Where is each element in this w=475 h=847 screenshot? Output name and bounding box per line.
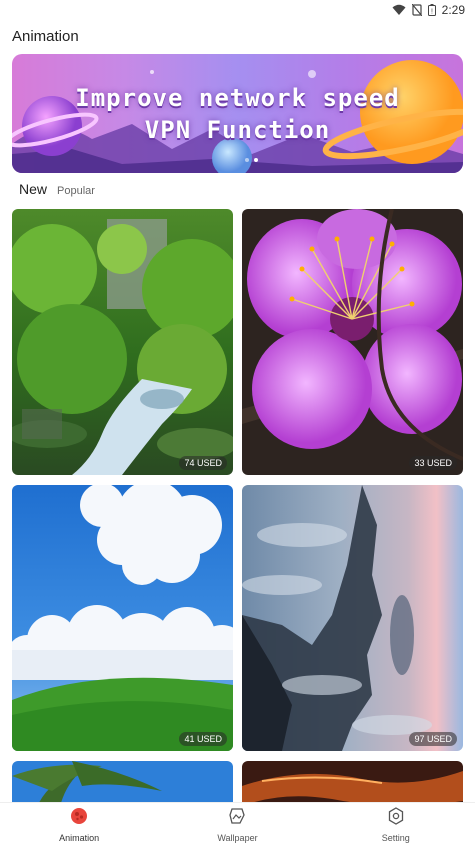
banner-subheadline: VPN Function <box>144 116 331 144</box>
usage-count-badge: 41 USED <box>179 732 227 746</box>
category-tabs: New Popular <box>19 181 95 197</box>
nav-item-wallpaper[interactable]: Wallpaper <box>158 803 316 847</box>
nav-label: Wallpaper <box>217 833 258 843</box>
tab-popular[interactable]: Popular <box>57 185 95 197</box>
battery-icon: ! <box>427 4 436 16</box>
page-title: Animation <box>12 28 79 45</box>
banner-headline: Improve network speed <box>75 84 400 112</box>
bottom-navigation: Animation Wallpaper Setting <box>0 802 475 847</box>
nav-label: Setting <box>381 833 410 843</box>
wallpaper-thumbnail <box>242 761 463 803</box>
wallpaper-card-palm-sky[interactable] <box>12 761 233 803</box>
status-bar: ! 2:29 <box>0 0 475 20</box>
promo-banner[interactable]: Improve network speed VPN Function <box>12 54 463 173</box>
wallpaper-card-sunset-clouds[interactable] <box>242 761 463 803</box>
usage-count-badge: 74 USED <box>179 456 227 470</box>
banner-pager <box>245 158 258 162</box>
wallpaper-thumbnail <box>242 485 463 751</box>
wallpaper-thumbnail <box>242 209 463 475</box>
wallpaper-card-pink-blossom[interactable]: 33 USED <box>242 209 463 475</box>
wallpaper-icon <box>228 807 246 830</box>
nav-item-setting[interactable]: Setting <box>317 803 475 847</box>
nav-label: Animation <box>59 833 100 843</box>
usage-count-badge: 33 USED <box>409 456 457 470</box>
tab-new[interactable]: New <box>19 181 47 197</box>
clock: 2:29 <box>441 3 465 17</box>
wallpaper-card-blue-sky-hill[interactable]: 41 USED <box>12 485 233 751</box>
wallpaper-card-sea-of-clouds[interactable]: 97 USED <box>242 485 463 751</box>
pager-dot[interactable] <box>245 158 249 162</box>
nav-item-animation[interactable]: Animation <box>0 803 158 847</box>
wallpaper-thumbnail <box>12 485 233 751</box>
svg-text:!: ! <box>431 9 433 16</box>
wifi-icon <box>392 4 406 16</box>
wallpaper-grid: 74 USED 33 USED 41 USED 97 USED <box>12 209 463 803</box>
gear-icon <box>387 807 405 830</box>
wallpaper-thumbnail <box>12 209 233 475</box>
banner-illustration <box>12 60 463 173</box>
signal-off-icon <box>411 4 422 16</box>
wallpaper-card-forest-stream[interactable]: 74 USED <box>12 209 233 475</box>
wallpaper-thumbnail <box>12 761 233 803</box>
pager-dot-active[interactable] <box>254 158 258 162</box>
animation-icon <box>70 807 88 830</box>
usage-count-badge: 97 USED <box>409 732 457 746</box>
